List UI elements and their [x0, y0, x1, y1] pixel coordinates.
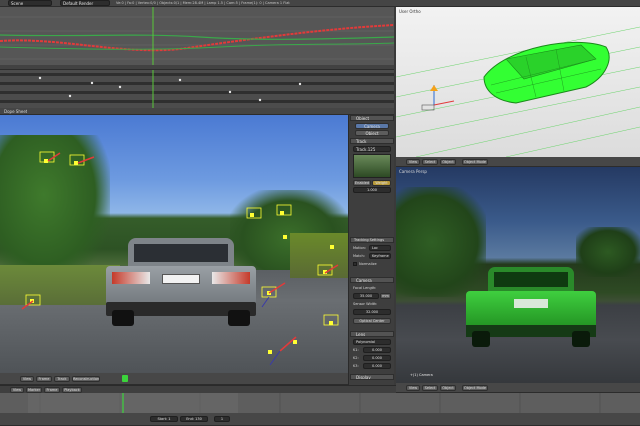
dopesheet[interactable] — [0, 70, 394, 108]
dopesheet-header: Dope Sheet — [0, 108, 394, 115]
scene-field[interactable]: Default Render — [60, 0, 110, 6]
wireframe-car[interactable] — [396, 7, 640, 157]
cam-mode-select[interactable]: Object Mode — [462, 385, 488, 391]
camera-view[interactable]: Camera Persp +(1) Camera — [396, 167, 640, 383]
timeline[interactable]: View Marker Frame Playback — [0, 385, 396, 393]
timeline-track[interactable] — [0, 393, 640, 413]
focal-length-label: Focal Length: — [353, 286, 377, 290]
cam-view-menu[interactable]: View — [406, 385, 420, 391]
camera-view-header: View Select Object Object Mode — [396, 383, 640, 393]
view3d-view-menu[interactable]: View — [406, 159, 420, 165]
camera-caption: +(1) Camera — [410, 373, 433, 377]
cam-object-menu[interactable]: Object — [440, 385, 456, 391]
sensor-width-label: Sensor Width: — [353, 302, 378, 306]
timeline-controls: Start: 1 End: 130 1 — [0, 413, 640, 426]
object-button[interactable]: Object — [355, 130, 389, 136]
k1-field[interactable]: 0.000 — [363, 347, 391, 353]
dopesheet-label: Dope Sheet — [4, 109, 28, 114]
k2-label: K2: — [353, 356, 359, 360]
cam-select-menu[interactable]: Select — [422, 385, 438, 391]
enabled-button[interactable]: Enabled — [353, 180, 371, 186]
stats-text: Ve:0 | Fa:0 | Vertex:0/0 | Objects:0/1 |… — [116, 1, 290, 5]
focal-length-field[interactable]: 35.000 — [353, 293, 379, 299]
sensor-width-field[interactable]: 32.000 — [353, 309, 391, 315]
view3d-mode-select[interactable]: Object Mode — [462, 159, 488, 165]
clip-sidebar: Object Camera Object Track Track.125 Ena… — [348, 115, 394, 385]
match-label: Match: — [353, 254, 365, 258]
clip-editor-view[interactable] — [0, 115, 348, 373]
clip-reconstruction-menu[interactable]: Reconstruction — [72, 376, 100, 382]
display-panel-header[interactable]: Display — [350, 374, 394, 380]
current-frame-field[interactable]: 1 — [214, 416, 230, 422]
view-3d[interactable]: User Ortho — [396, 7, 640, 157]
clip-frame-menu[interactable]: Frame — [36, 376, 52, 382]
units-button[interactable]: mm — [380, 293, 391, 299]
object-panel-header[interactable]: Object — [350, 115, 394, 121]
clip-view-menu[interactable]: View — [20, 376, 34, 382]
timeline-ruler[interactable] — [0, 393, 640, 413]
dopesheet-keys[interactable] — [0, 70, 394, 108]
camera-view-label: Camera Persp — [399, 169, 427, 174]
view3d-object-menu[interactable]: Object — [440, 159, 456, 165]
k3-label: K3: — [353, 364, 359, 368]
motion-label: Motion: — [353, 246, 367, 250]
track-preview — [353, 154, 391, 178]
tracking-settings-header[interactable]: Tracking Settings — [350, 237, 394, 243]
view-3d-header: View Select Object Object Mode — [396, 157, 640, 167]
optical-center-button[interactable]: Optical Center — [353, 318, 391, 324]
track-panel-header[interactable]: Track — [350, 138, 394, 144]
cam-car — [466, 267, 596, 349]
graph-curves[interactable] — [0, 7, 394, 65]
lens-panel-header[interactable]: Lens — [350, 331, 394, 337]
end-frame-field[interactable]: End: 130 — [180, 416, 208, 422]
match-select[interactable]: Keyframe — [369, 253, 391, 259]
playhead-indicator[interactable] — [122, 375, 128, 382]
track-name-field[interactable]: Track.125 — [353, 146, 391, 152]
clip-editor-header: View Frame Track Reconstruction — [0, 373, 348, 385]
normalize-label: Normalize — [359, 262, 377, 266]
weight-value[interactable]: 1.000 — [353, 187, 391, 193]
normalize-checkbox[interactable] — [353, 262, 357, 266]
k3-field[interactable]: 0.000 — [363, 363, 391, 369]
k2-field[interactable]: 0.000 — [363, 355, 391, 361]
k1-label: K1: — [353, 348, 359, 352]
graph-editor[interactable] — [0, 7, 394, 65]
motion-select[interactable]: Loc — [369, 245, 391, 251]
clip-track-menu[interactable]: Track — [54, 376, 70, 382]
tracking-markers[interactable] — [0, 115, 348, 373]
distortion-model[interactable]: Polynomial — [353, 339, 391, 345]
weight-field[interactable]: Weight — [372, 180, 391, 186]
view3d-select-menu[interactable]: Select — [422, 159, 438, 165]
layout-field[interactable]: Scene — [8, 0, 52, 6]
start-frame-field[interactable]: Start: 1 — [150, 416, 178, 422]
camera-panel-header[interactable]: Camera — [350, 277, 394, 283]
camera-button[interactable]: Camera — [355, 123, 389, 129]
top-info-bar: Scene Default Render Ve:0 | Fa:0 | Verte… — [0, 0, 640, 7]
